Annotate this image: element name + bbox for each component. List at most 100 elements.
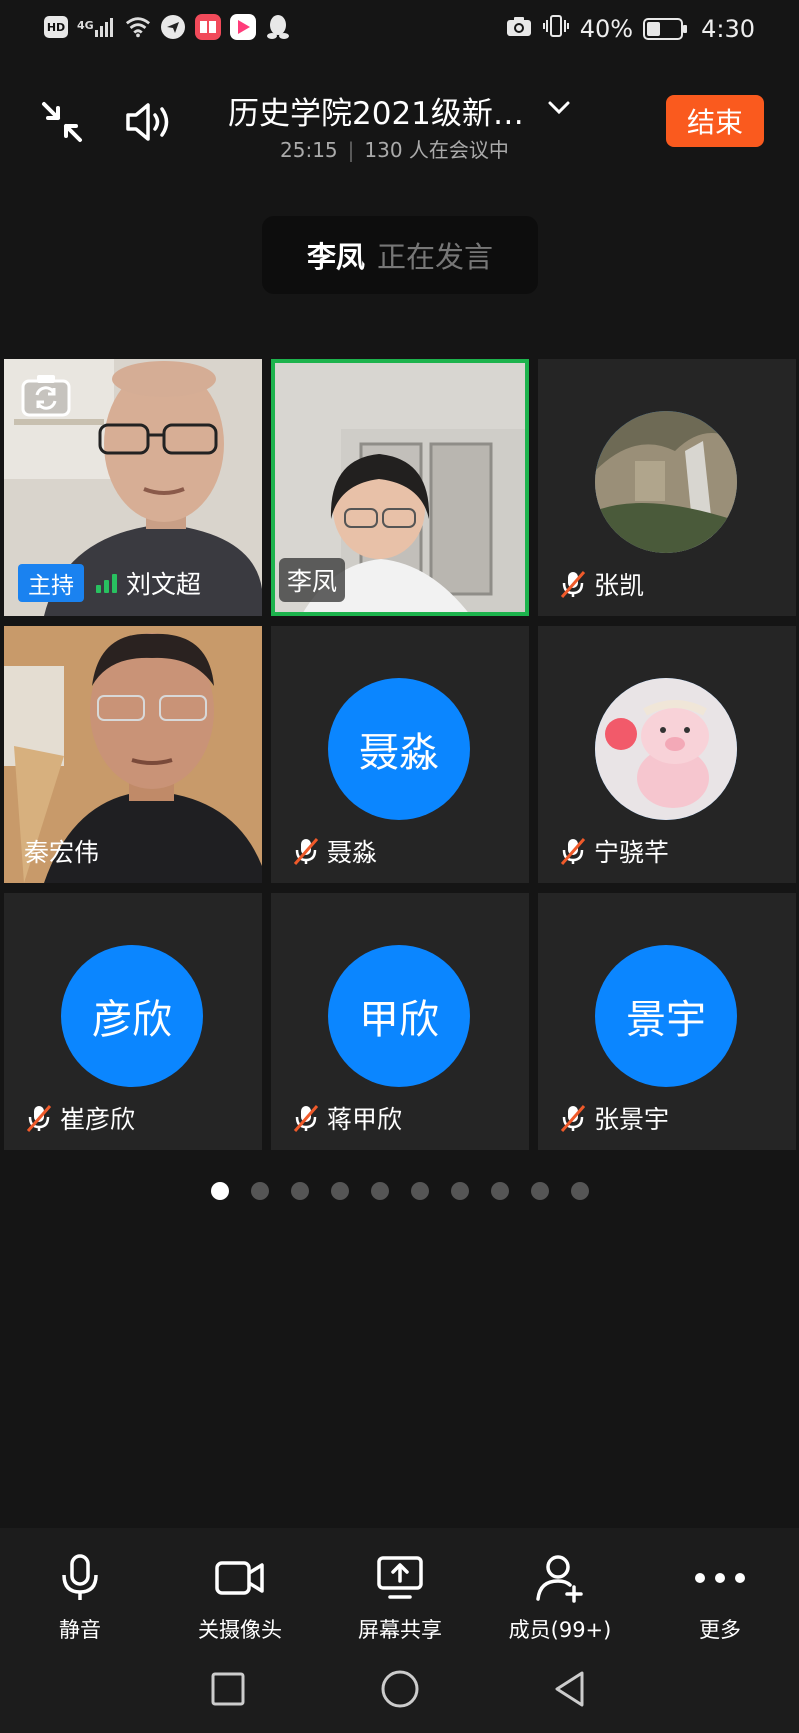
avatar: 甲欣	[328, 945, 470, 1087]
vibrate-icon	[542, 14, 570, 44]
back-button[interactable]	[544, 1663, 596, 1715]
participant-tile[interactable]: 聂淼 聂淼	[271, 626, 529, 883]
meeting-info: 25:15 | 130 人在会议中	[280, 138, 509, 162]
signal-strength-icon	[94, 572, 120, 594]
clock: 4:30	[701, 15, 755, 43]
participant-name: 蒋甲欣	[327, 1105, 403, 1134]
mute-button[interactable]: 静音	[10, 1550, 150, 1644]
mute-label: 静音	[59, 1618, 101, 1642]
participant-tile[interactable]: 主持 刘文超	[4, 359, 262, 616]
video-app-icon	[229, 14, 256, 40]
more-button[interactable]: 更多	[650, 1550, 790, 1644]
mic-muted-icon	[291, 1103, 321, 1133]
mic-muted-icon	[558, 1103, 588, 1133]
camera-off-button[interactable]: 关摄像头	[170, 1550, 310, 1644]
page-dot[interactable]	[291, 1182, 309, 1200]
participant-label: 李凤	[279, 558, 346, 602]
cell-signal-icon: 4G	[77, 16, 116, 38]
add-member-icon	[532, 1550, 588, 1606]
participant-label: 秦宏伟	[24, 833, 99, 869]
video-camera-icon	[212, 1550, 268, 1606]
participant-name: 李凤	[287, 567, 338, 596]
mic-muted-icon	[24, 1103, 54, 1133]
minimize-button[interactable]	[32, 92, 92, 152]
meeting-header: 历史学院2021级新… 25:15 | 130 人在会议中 结束	[0, 62, 799, 182]
speaker-status: 正在发言	[377, 240, 494, 274]
end-meeting-button[interactable]: 结束	[666, 95, 764, 147]
host-badge: 主持	[18, 564, 84, 602]
participant-label: 聂淼	[291, 833, 377, 869]
network-type: 4G	[77, 19, 94, 32]
page-dot[interactable]	[371, 1182, 389, 1200]
send-app-icon	[160, 14, 186, 40]
participant-label: 蒋甲欣	[291, 1100, 402, 1136]
page-dot[interactable]	[411, 1182, 429, 1200]
avatar: 景宇	[595, 945, 737, 1087]
participant-name: 宁骁芊	[594, 838, 670, 867]
participant-label: 宁骁芊	[558, 833, 669, 869]
speaker-button[interactable]	[120, 92, 180, 152]
participant-label: 张景宇	[558, 1100, 669, 1136]
members-button[interactable]: 成员(99+)	[490, 1550, 630, 1644]
page-dot[interactable]	[331, 1182, 349, 1200]
screen-share-label: 屏幕共享	[358, 1618, 442, 1642]
participant-label: 崔彦欣	[24, 1100, 135, 1136]
participant-name: 崔彦欣	[60, 1105, 136, 1134]
home-button[interactable]	[374, 1663, 426, 1715]
participant-name: 秦宏伟	[24, 838, 100, 867]
participant-name: 张景宇	[594, 1105, 670, 1134]
system-nav-bar	[0, 1655, 799, 1725]
page-indicator[interactable]	[211, 1182, 589, 1200]
book-app-icon	[194, 14, 221, 40]
page-dot[interactable]	[451, 1182, 469, 1200]
camera-in-use-icon	[506, 15, 532, 43]
mic-muted-icon	[291, 836, 321, 866]
back-triangle-icon	[555, 1671, 584, 1707]
camera-off-label: 关摄像头	[198, 1618, 282, 1642]
meeting-title[interactable]: 历史学院2021级新…	[228, 88, 524, 133]
qq-icon	[265, 14, 291, 40]
members-label: 成员(99+)	[508, 1618, 612, 1642]
participant-tile[interactable]: 张凯	[538, 359, 796, 616]
participant-tile[interactable]: 宁骁芊	[538, 626, 796, 883]
page-dot[interactable]	[531, 1182, 549, 1200]
avatar: 彦欣	[61, 945, 203, 1087]
camera-switch-icon	[21, 375, 71, 417]
page-dot[interactable]	[571, 1182, 589, 1200]
participant-label: 张凯	[558, 566, 644, 602]
participant-tile[interactable]: 甲欣 蒋甲欣	[271, 893, 529, 1150]
recents-button[interactable]	[202, 1663, 254, 1715]
participant-label: 主持 刘文超	[18, 564, 201, 602]
participant-tile[interactable]: 景宇 张景宇	[538, 893, 796, 1150]
screen-share-button[interactable]: 屏幕共享	[330, 1550, 470, 1644]
page-dot[interactable]	[251, 1182, 269, 1200]
participant-tile[interactable]: 秦宏伟	[4, 626, 262, 883]
mic-muted-icon	[558, 836, 588, 866]
speaker-name: 李凤	[306, 240, 365, 274]
speaker-icon	[126, 103, 169, 141]
more-dots-icon	[692, 1550, 748, 1606]
status-bar: HD 4G 40% 4:30	[0, 0, 799, 60]
participant-tile[interactable]: 彦欣 崔彦欣	[4, 893, 262, 1150]
switch-camera-button[interactable]	[20, 371, 72, 419]
participant-tile-active[interactable]: 李凤	[271, 359, 529, 616]
page-dot[interactable]	[491, 1182, 509, 1200]
participant-name: 张凯	[594, 571, 645, 600]
hd-badge: HD	[44, 16, 68, 38]
avatar	[595, 678, 737, 820]
active-speaker-indicator: 李凤 正在发言	[262, 216, 538, 294]
wifi-icon	[125, 14, 151, 40]
microphone-icon	[52, 1550, 108, 1606]
participant-name: 聂淼	[327, 838, 378, 867]
battery-icon	[643, 18, 688, 40]
page-dot[interactable]	[211, 1182, 229, 1200]
screen-share-icon	[372, 1550, 428, 1606]
battery-percent: 40%	[579, 15, 634, 43]
participant-count: 130 人在会议中	[364, 138, 509, 162]
participant-name: 刘文超	[126, 570, 202, 599]
avatar	[595, 411, 737, 553]
collapse-arrows-icon	[42, 102, 82, 142]
meeting-duration: 25:15	[280, 138, 338, 162]
chevron-down-icon	[548, 101, 570, 115]
title-dropdown-button[interactable]	[543, 92, 575, 124]
